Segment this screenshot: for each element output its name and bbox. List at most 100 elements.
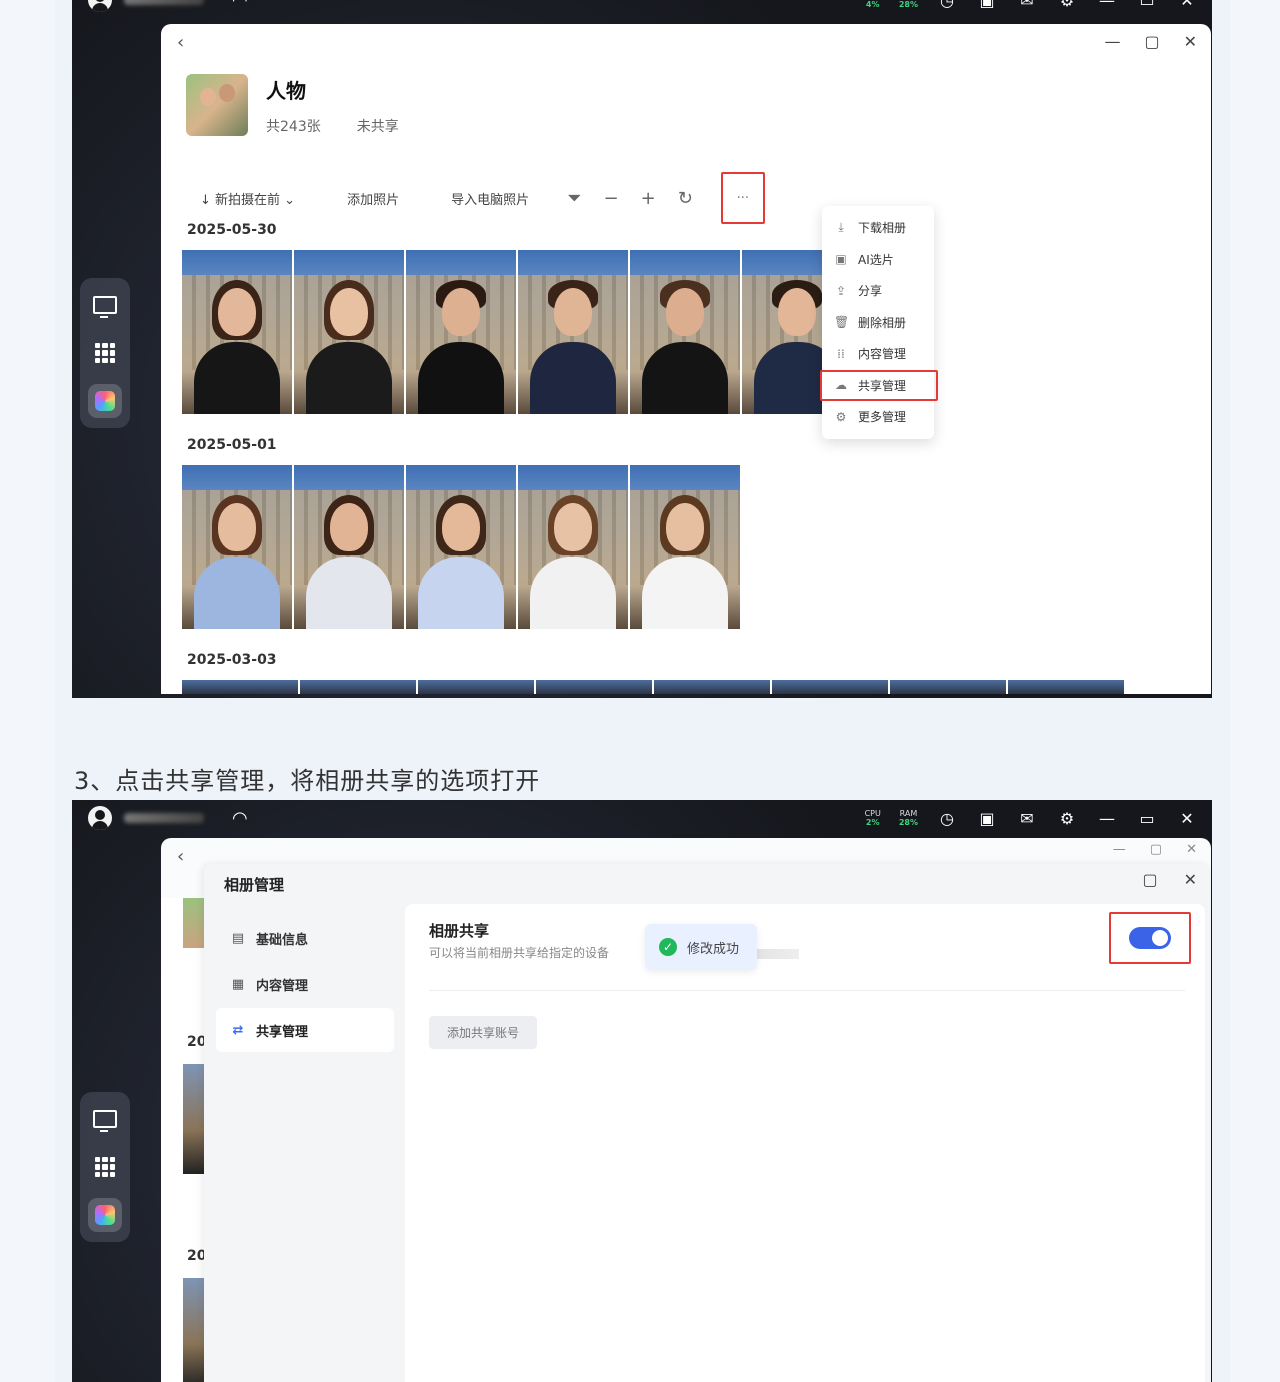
menu-content-manage[interactable]: ⁞⁞ 内容管理 — [822, 338, 934, 370]
wifi-icon[interactable]: ◠ — [232, 0, 248, 11]
zoom-in-icon[interactable]: + — [641, 188, 656, 209]
photo-row — [182, 250, 852, 414]
photo-thumbnail[interactable] — [294, 465, 404, 629]
nav-share-manage[interactable]: ⇄ 共享管理 — [216, 1008, 394, 1052]
photo-thumbnail[interactable] — [294, 250, 404, 414]
cpu-meter: CPU4% — [865, 0, 880, 9]
user-avatar-icon[interactable] — [88, 0, 112, 12]
date-heading: 2025-05-01 — [187, 437, 277, 453]
dialog-close-icon[interactable]: ✕ — [1184, 870, 1197, 889]
menu-delete-album[interactable]: 🗑 删除相册 — [822, 307, 934, 339]
window-maximize-icon[interactable]: ▢ — [1144, 32, 1159, 51]
refresh-icon[interactable]: ↻ — [678, 188, 693, 209]
menu-share-manage[interactable]: ☁ 共享管理 — [820, 369, 938, 401]
close-icon[interactable]: ✕ — [1176, 807, 1198, 829]
sort-dropdown[interactable]: ↓ 新拍摄在前 ⌄ — [186, 185, 309, 212]
close-icon[interactable]: ✕ — [1176, 0, 1198, 11]
album-title: 人物 — [266, 78, 306, 103]
mail-icon[interactable]: ✉ — [1016, 0, 1038, 11]
ram-meter: RAM28% — [898, 0, 918, 9]
mail-icon[interactable]: ✉ — [1016, 807, 1038, 829]
share-icon: ⇪ — [835, 283, 847, 298]
left-dock — [80, 1092, 130, 1242]
album-count: 共243张 — [266, 118, 321, 135]
photos-window: ‹ — ▢ ✕ 人物 共243张 未共享 ↓ 新拍摄在前 ⌄ 添加照片 导入电脑… — [161, 24, 1211, 694]
dialog-controls: ▢ ✕ — [1142, 870, 1197, 889]
screenshot-icon[interactable]: ▣ — [976, 0, 998, 11]
system-tray: CPU 2% RAM 28% ◷ ▣ ✉ ⚙ — ▭ ✕ — [865, 807, 1198, 829]
back-icon[interactable]: ‹ — [177, 846, 184, 867]
photo-thumbnail[interactable] — [182, 465, 292, 629]
settings-icon[interactable]: ⚙ — [1056, 807, 1078, 829]
nav-content-manage[interactable]: ▦ 内容管理 — [216, 962, 394, 1006]
dock-apps-icon[interactable] — [88, 1150, 122, 1184]
window-controls: — ▢ ✕ — [1104, 32, 1197, 51]
dock-monitor-icon[interactable] — [88, 288, 122, 322]
screenshot-icon[interactable]: ▣ — [976, 807, 998, 829]
ram-meter: RAM28% — [898, 809, 918, 827]
photo-thumbnail[interactable] — [518, 465, 628, 629]
settings-icon[interactable]: ⚙ — [1056, 0, 1078, 11]
window-close-icon[interactable]: ✕ — [1184, 32, 1197, 51]
menu-download-album[interactable]: ⤓ 下载相册 — [822, 212, 934, 244]
minimize-icon[interactable]: — — [1096, 807, 1118, 829]
dock-photos-icon[interactable] — [88, 384, 122, 418]
photo-thumbnail[interactable] — [406, 250, 516, 414]
import-pc-photos-button[interactable]: 导入电脑照片 — [437, 185, 543, 212]
photo-thumbnail[interactable] — [406, 465, 516, 629]
photo-thumbnail[interactable] — [630, 465, 740, 629]
dock-monitor-icon[interactable] — [88, 1102, 122, 1136]
success-toast: ✓ 修改成功 — [645, 924, 758, 970]
filter-icon[interactable]: ⏷ — [567, 188, 581, 209]
menu-more-manage[interactable]: ⚙ 更多管理 — [822, 401, 934, 433]
underlying-album-view: 20 20 — [161, 898, 206, 1382]
dock-apps-icon[interactable] — [88, 336, 122, 370]
share-users-icon: ⇄ — [232, 1022, 244, 1038]
album-share-status: 未共享 — [356, 118, 399, 135]
album-header: 人物 共243张 未共享 — [186, 74, 399, 136]
nav-basic-info[interactable]: ▤ 基础信息 — [216, 916, 394, 960]
window-maximize-icon[interactable]: ▢ — [1150, 842, 1162, 857]
share-panel: 相册共享 可以将当前相册共享给指定的设备 ✓ 修改成功 添加共享账号 — [405, 904, 1205, 1382]
photo-row-cropped — [182, 680, 1124, 694]
add-share-account-button[interactable]: 添加共享账号 — [429, 1016, 538, 1049]
window-close-icon[interactable]: ✕ — [1186, 842, 1197, 857]
more-button[interactable]: ··· — [720, 172, 765, 224]
photo-thumbnail[interactable] — [182, 250, 292, 414]
menu-ai-select[interactable]: ▣ AI选片 — [822, 244, 934, 276]
photo-thumbnail[interactable] — [630, 250, 740, 414]
zoom-out-icon[interactable]: − — [604, 188, 619, 209]
speedometer-icon[interactable]: ◷ — [936, 807, 958, 829]
album-share-toggle[interactable] — [1129, 927, 1171, 949]
maximize-icon[interactable]: ▭ — [1136, 0, 1158, 11]
share-toggle-highlight — [1109, 912, 1191, 964]
system-topbar: ◠ CPU4% RAM28% ◷ ▣ ✉ ⚙ — ▭ ✕ — [72, 0, 1212, 18]
wifi-icon[interactable]: ◠ — [232, 808, 248, 829]
dialog-sidebar: ▤ 基础信息 ▦ 内容管理 ⇄ 共享管理 — [216, 916, 394, 1054]
share-section-title: 相册共享 — [429, 922, 490, 940]
grid-icon: ⁞⁞ — [837, 346, 845, 361]
user-avatar-icon[interactable] — [88, 806, 112, 830]
info-icon: ▤ — [231, 930, 245, 946]
dock-photos-icon[interactable] — [88, 1198, 122, 1232]
window-minimize-icon[interactable]: — — [1113, 842, 1126, 857]
maximize-icon[interactable]: ▭ — [1136, 807, 1158, 829]
window-minimize-icon[interactable]: — — [1104, 32, 1120, 51]
minimize-icon[interactable]: — — [1096, 0, 1118, 11]
photo-partial — [183, 1278, 205, 1382]
photo-partial — [183, 1064, 205, 1174]
divider — [429, 990, 1185, 991]
add-photos-button[interactable]: 添加照片 — [333, 185, 413, 212]
back-icon[interactable]: ‹ — [177, 32, 184, 53]
speedometer-icon[interactable]: ◷ — [936, 0, 958, 11]
photos-window: ‹ — ▢ ✕ 20 20 相册管理 ▢ ✕ ▤ 基础信息 ▦ 内容管理 ⇄ 共享管理 — [161, 838, 1211, 1382]
menu-share[interactable]: ⇪ 分享 — [822, 275, 934, 307]
trash-icon: 🗑 — [834, 315, 850, 330]
album-cover-partial — [183, 898, 205, 948]
photo-thumbnail[interactable] — [518, 250, 628, 414]
window-controls: — ▢ ✕ — [1113, 842, 1197, 857]
system-topbar: ◠ CPU 2% RAM 28% ◷ ▣ ✉ ⚙ — ▭ ✕ — [72, 800, 1212, 836]
dialog-maximize-icon[interactable]: ▢ — [1142, 870, 1157, 889]
album-manage-dialog: 相册管理 ▢ ✕ ▤ 基础信息 ▦ 内容管理 ⇄ 共享管理 相册共享 可以将当前相册共… — [204, 864, 1211, 1382]
album-toolbar: ↓ 新拍摄在前 ⌄ 添加照片 导入电脑照片 ⏷ − + ↻ ··· — [186, 172, 765, 224]
